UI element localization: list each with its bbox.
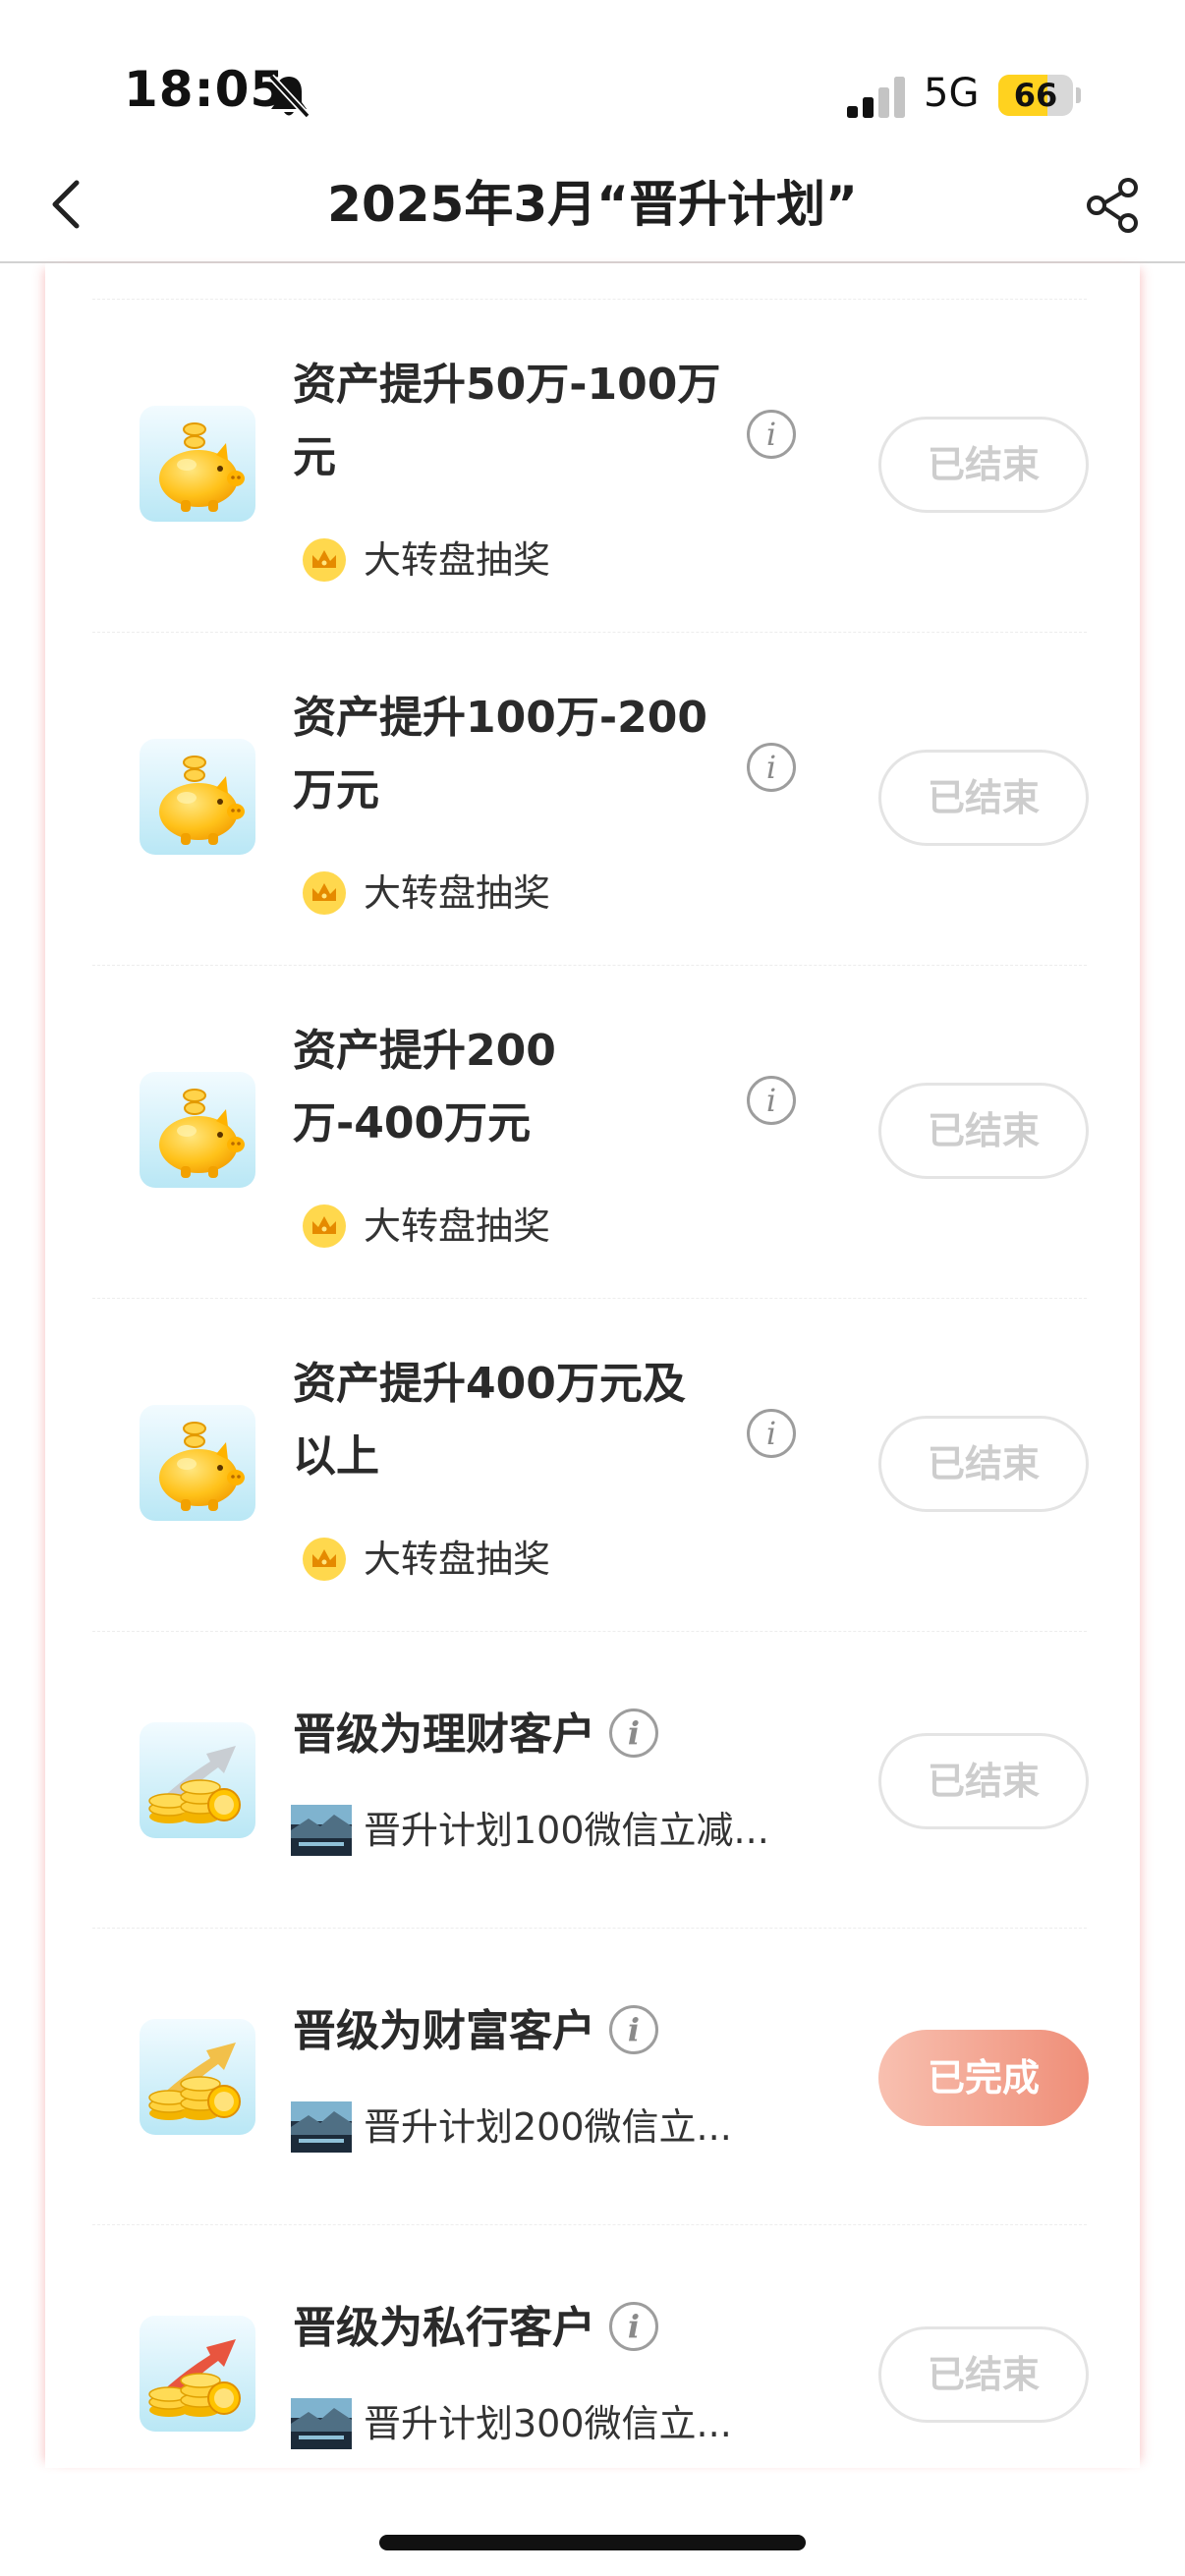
task-status-button[interactable]: 已结束 — [878, 1416, 1089, 1512]
cellular-signal-icon — [847, 77, 905, 118]
crown-icon — [303, 1538, 346, 1581]
info-icon[interactable]: i — [747, 743, 796, 792]
nav-bar: 2025年3月“晋升计划” — [0, 147, 1185, 263]
bell-slash-icon — [268, 74, 310, 119]
task-item: 资产提升50万-100万元 i 大转盘抽奖 已结束 — [92, 300, 1089, 633]
task-title: 资产提升50万-100万元 — [293, 360, 721, 482]
task-card: 资产提升50万-100万元 i 大转盘抽奖 已结束 资产提升100万-200万元… — [45, 263, 1140, 2468]
task-title: 晋级为财富客户 i — [293, 1995, 658, 2068]
reward-label: 晋升计划300微信立... — [364, 2402, 732, 2445]
landscape-thumbnail-icon — [291, 1805, 352, 1856]
info-icon[interactable]: i — [609, 2005, 658, 2054]
share-icon[interactable] — [1077, 169, 1148, 240]
crown-icon — [303, 871, 346, 915]
task-item: 资产提升400万元及以上 i 大转盘抽奖 已结束 — [92, 1299, 1089, 1632]
status-time: 18:05 — [124, 61, 286, 118]
reward-label: 大转盘抽奖 — [364, 1538, 551, 1581]
task-item: 资产提升100万-200万元 i 大转盘抽奖 已结束 — [92, 633, 1089, 966]
task-status-button[interactable]: 已结束 — [878, 2326, 1089, 2423]
home-indicator[interactable] — [379, 2535, 806, 2550]
status-bar: 18:05 5G 66 — [0, 0, 1185, 147]
piggy-bank-icon — [140, 1072, 255, 1188]
task-item: 晋级为财富客户 i 晋升计划200微信立... 已完成 — [92, 1929, 1089, 2225]
piggy-bank-icon — [140, 406, 255, 522]
coin-stack-arrow-icon — [140, 2019, 255, 2135]
task-title: 晋级为理财客户 i — [293, 1699, 658, 1771]
info-icon[interactable]: i — [747, 1076, 796, 1125]
landscape-thumbnail-icon — [291, 2101, 352, 2153]
task-status-button[interactable]: 已结束 — [878, 1733, 1089, 1829]
task-status-button[interactable]: 已完成 — [878, 2030, 1089, 2126]
piggy-bank-icon — [140, 1405, 255, 1521]
piggy-bank-icon — [140, 739, 255, 855]
content-area[interactable]: 资产提升50万-100万元 i 大转盘抽奖 已结束 资产提升100万-200万元… — [0, 263, 1185, 2468]
task-list: 资产提升50万-100万元 i 大转盘抽奖 已结束 资产提升100万-200万元… — [92, 299, 1089, 2522]
task-status-button[interactable]: 已结束 — [878, 750, 1089, 846]
landscape-thumbnail-icon — [291, 2398, 352, 2449]
battery-indicator: 66 — [998, 75, 1081, 116]
reward-label: 大转盘抽奖 — [364, 871, 551, 915]
info-icon[interactable]: i — [609, 2302, 658, 2351]
info-icon[interactable]: i — [747, 1409, 796, 1458]
task-status-button[interactable]: 已结束 — [878, 1083, 1089, 1179]
network-type: 5G — [924, 71, 980, 116]
info-icon[interactable]: i — [609, 1708, 658, 1758]
reward-label: 大转盘抽奖 — [364, 1204, 551, 1248]
reward-label: 晋升计划200微信立... — [364, 2105, 732, 2149]
task-title: 晋级为私行客户 i — [293, 2292, 658, 2365]
coin-stack-arrow-icon — [140, 2316, 255, 2432]
app-screen: 18:05 5G 66 2025年3月“晋升计划” 资产提升50万-100万元 … — [0, 0, 1185, 2576]
page-title: 2025年3月“晋升计划” — [327, 176, 858, 233]
info-icon[interactable]: i — [747, 410, 796, 459]
task-item: 资产提升200万-400万元 i 大转盘抽奖 已结束 — [92, 966, 1089, 1299]
coin-stack-arrow-icon — [140, 1722, 255, 1838]
task-item: 晋级为理财客户 i 晋升计划100微信立减... 已结束 — [92, 1632, 1089, 1929]
crown-icon — [303, 538, 346, 582]
task-item: 晋级为私行客户 i 晋升计划300微信立... 已结束 — [92, 2225, 1089, 2522]
task-title: 资产提升200万-400万元 — [293, 1026, 556, 1148]
battery-level: 66 — [1013, 77, 1058, 114]
crown-icon — [303, 1204, 346, 1248]
task-status-button[interactable]: 已结束 — [878, 417, 1089, 513]
chevron-left-icon[interactable] — [33, 169, 104, 240]
task-title: 资产提升400万元及以上 — [293, 1359, 686, 1482]
task-title: 资产提升100万-200万元 — [293, 693, 707, 815]
reward-label: 晋升计划100微信立减... — [364, 1809, 769, 1852]
reward-label: 大转盘抽奖 — [364, 538, 551, 582]
